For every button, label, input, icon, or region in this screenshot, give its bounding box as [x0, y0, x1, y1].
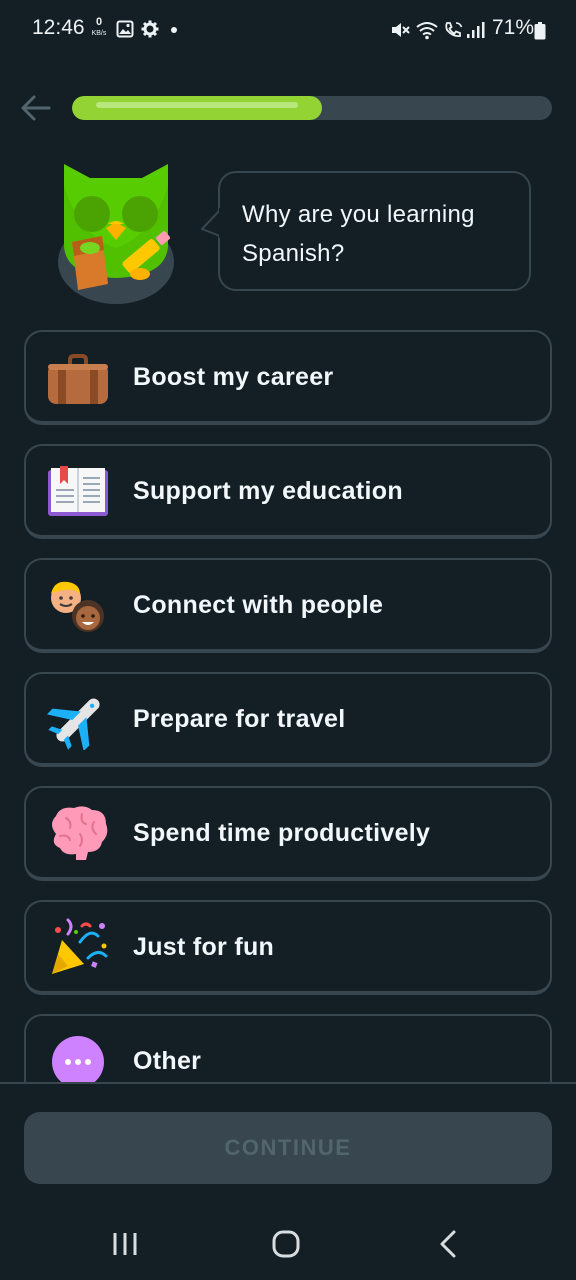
wifi-icon — [416, 22, 438, 40]
option-label: Spend time productively — [133, 819, 431, 847]
mascot-owl-icon — [58, 164, 174, 304]
option-label: Boost my career — [133, 363, 334, 391]
signal-icon — [467, 22, 485, 38]
wifi-call-icon — [445, 22, 463, 38]
progress-bar — [72, 96, 552, 120]
battery-percent: 71% — [492, 16, 535, 39]
option-connect-people[interactable]: Connect with people — [24, 558, 552, 653]
book-icon — [48, 466, 108, 516]
option-label: Support my education — [133, 477, 403, 505]
option-label: Just for fun — [133, 933, 275, 961]
brain-icon — [52, 806, 108, 860]
home-icon[interactable] — [256, 1224, 316, 1264]
navigation-bar — [0, 1200, 576, 1280]
status-bar: 12:46 0 KB/s 71% — [0, 0, 576, 60]
option-label: Other — [133, 1047, 202, 1075]
option-spend-time-productively[interactable]: Spend time productively — [24, 786, 552, 881]
option-support-education[interactable]: Support my education — [24, 444, 552, 539]
speech-bubble-tail — [201, 208, 224, 238]
mute-icon — [392, 23, 410, 37]
progress-highlight — [96, 102, 298, 108]
question-text: Why are you learning Spanish? — [242, 201, 475, 267]
briefcase-icon — [48, 354, 108, 404]
option-label: Prepare for travel — [133, 705, 346, 733]
status-time: 12:46 — [32, 16, 85, 39]
continue-button[interactable]: CONTINUE — [24, 1112, 552, 1184]
dot-icon — [171, 27, 177, 33]
back-icon[interactable] — [418, 1224, 478, 1264]
network-speed-unit: KB/s — [91, 30, 107, 37]
option-label: Connect with people — [133, 591, 384, 619]
party-popper-icon — [52, 918, 108, 974]
airplane-icon — [46, 698, 100, 750]
option-prepare-travel[interactable]: Prepare for travel — [24, 672, 552, 767]
more-icon — [52, 1036, 104, 1082]
settings-icon — [141, 20, 159, 38]
gallery-icon — [116, 20, 134, 38]
option-other[interactable]: Other — [24, 1014, 552, 1082]
recent-apps-icon[interactable] — [96, 1224, 156, 1264]
people-icon — [51, 581, 104, 632]
progress-fill — [72, 96, 322, 120]
footer-divider — [0, 1082, 576, 1084]
back-arrow-button[interactable] — [18, 90, 54, 126]
speech-bubble: Why are you learning Spanish? — [218, 171, 531, 291]
options-list: Boost my career Support my education Con… — [24, 330, 552, 1082]
option-boost-career[interactable]: Boost my career — [24, 330, 552, 425]
battery-icon — [534, 22, 546, 40]
network-speed: 0 KB/s — [88, 16, 110, 38]
network-speed-value: 0 — [95, 16, 103, 28]
option-just-for-fun[interactable]: Just for fun — [24, 900, 552, 995]
